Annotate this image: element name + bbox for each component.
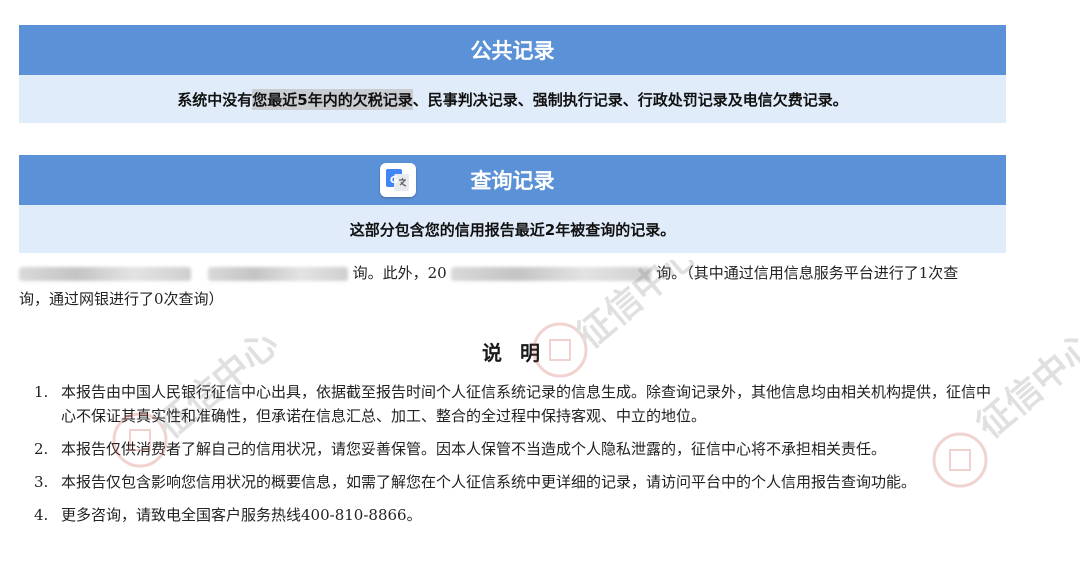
public-records-text-1: 系统中没有 (177, 90, 253, 109)
list-item-text: 本报告由中国人民银行征信中心出具，依据截至报告时间个人征信系统记录的信息生成。除… (61, 383, 992, 425)
inquiry-summary-line-2: 询，通过网银进行了0次查询） (19, 290, 224, 308)
inquiry-records-title: 查询记录 (470, 169, 555, 193)
inquiry-summary-fragment-2: 询。（其中通过信用信息服务平台进行了1次查 (656, 264, 959, 282)
redacted-block (207, 267, 348, 281)
list-item-number: 3. (34, 473, 49, 491)
list-item-number: 1. (34, 383, 49, 401)
list-item: 1. 本报告由中国人民银行征信中心出具，依据截至报告时间个人征信系统记录的信息生… (34, 380, 1002, 428)
redacted-block (451, 267, 652, 281)
list-item-text: 更多咨询，请致电全国客户服务热线400-810-8866。 (61, 506, 422, 524)
list-item: 3. 本报告仅包含影响您信用状况的概要信息，如需了解您在个人征信系统中更详细的记… (34, 470, 1002, 494)
public-records-body: 系统中没有 您最近5年内的欠税记录 、民事判决记录、强制执行记录、行政处罚记录及电信… (19, 75, 1006, 123)
public-records-section: 公共记录 系统中没有 您最近5年内的欠税记录 、民事判决记录、强制执行记录、行政处罚… (19, 25, 1006, 123)
list-item: 4. 更多咨询，请致电全国客户服务热线400-810-8866。 (34, 503, 1002, 527)
svg-text:G: G (390, 175, 398, 186)
public-records-highlight[interactable]: 您最近5年内的欠税记录 (252, 88, 413, 110)
inquiry-records-text: 这部分包含您的信用报告最近2年被查询的记录。 (349, 220, 676, 239)
list-item: 2. 本报告仅供消费者了解自己的信用状况，请您妥善保管。因本人保管不当造成个人隐… (34, 437, 1002, 461)
inquiry-records-header: G 查询记录 (19, 155, 1006, 205)
inquiry-summary: 询。此外，20 询。（其中通过信用信息服务平台进行了1次查 询，通过网银进行了0… (19, 260, 1009, 312)
public-records-title: 公共记录 (470, 39, 555, 63)
list-item-number: 4. (34, 506, 49, 524)
inquiry-records-section: G 查询记录 这部分包含您的信用报告最近2年被查询的记录。 (19, 155, 1006, 253)
inquiry-records-body: 这部分包含您的信用报告最近2年被查询的记录。 (19, 205, 1006, 253)
list-item-text: 本报告仅包含影响您信用状况的概要信息，如需了解您在个人征信系统中更详细的记录，请… (61, 473, 917, 491)
list-item-number: 2. (34, 440, 49, 458)
inquiry-summary-fragment-1: 询。此外，20 (352, 264, 447, 282)
explanation-list: 1. 本报告由中国人民银行征信中心出具，依据截至报告时间个人征信系统记录的信息生… (34, 380, 1002, 536)
public-records-header: 公共记录 (19, 25, 1006, 75)
google-translate-icon[interactable]: G (380, 163, 416, 197)
list-item-text: 本报告仅供消费者了解自己的信用状况，请您妥善保管。因本人保管不当造成个人隐私泄露… (61, 440, 887, 458)
explanation-title: 说明 (482, 341, 558, 365)
public-records-text-2: 、民事判决记录、强制执行记录、行政处罚记录及电信欠费记录。 (412, 90, 848, 109)
redacted-block (19, 267, 191, 281)
